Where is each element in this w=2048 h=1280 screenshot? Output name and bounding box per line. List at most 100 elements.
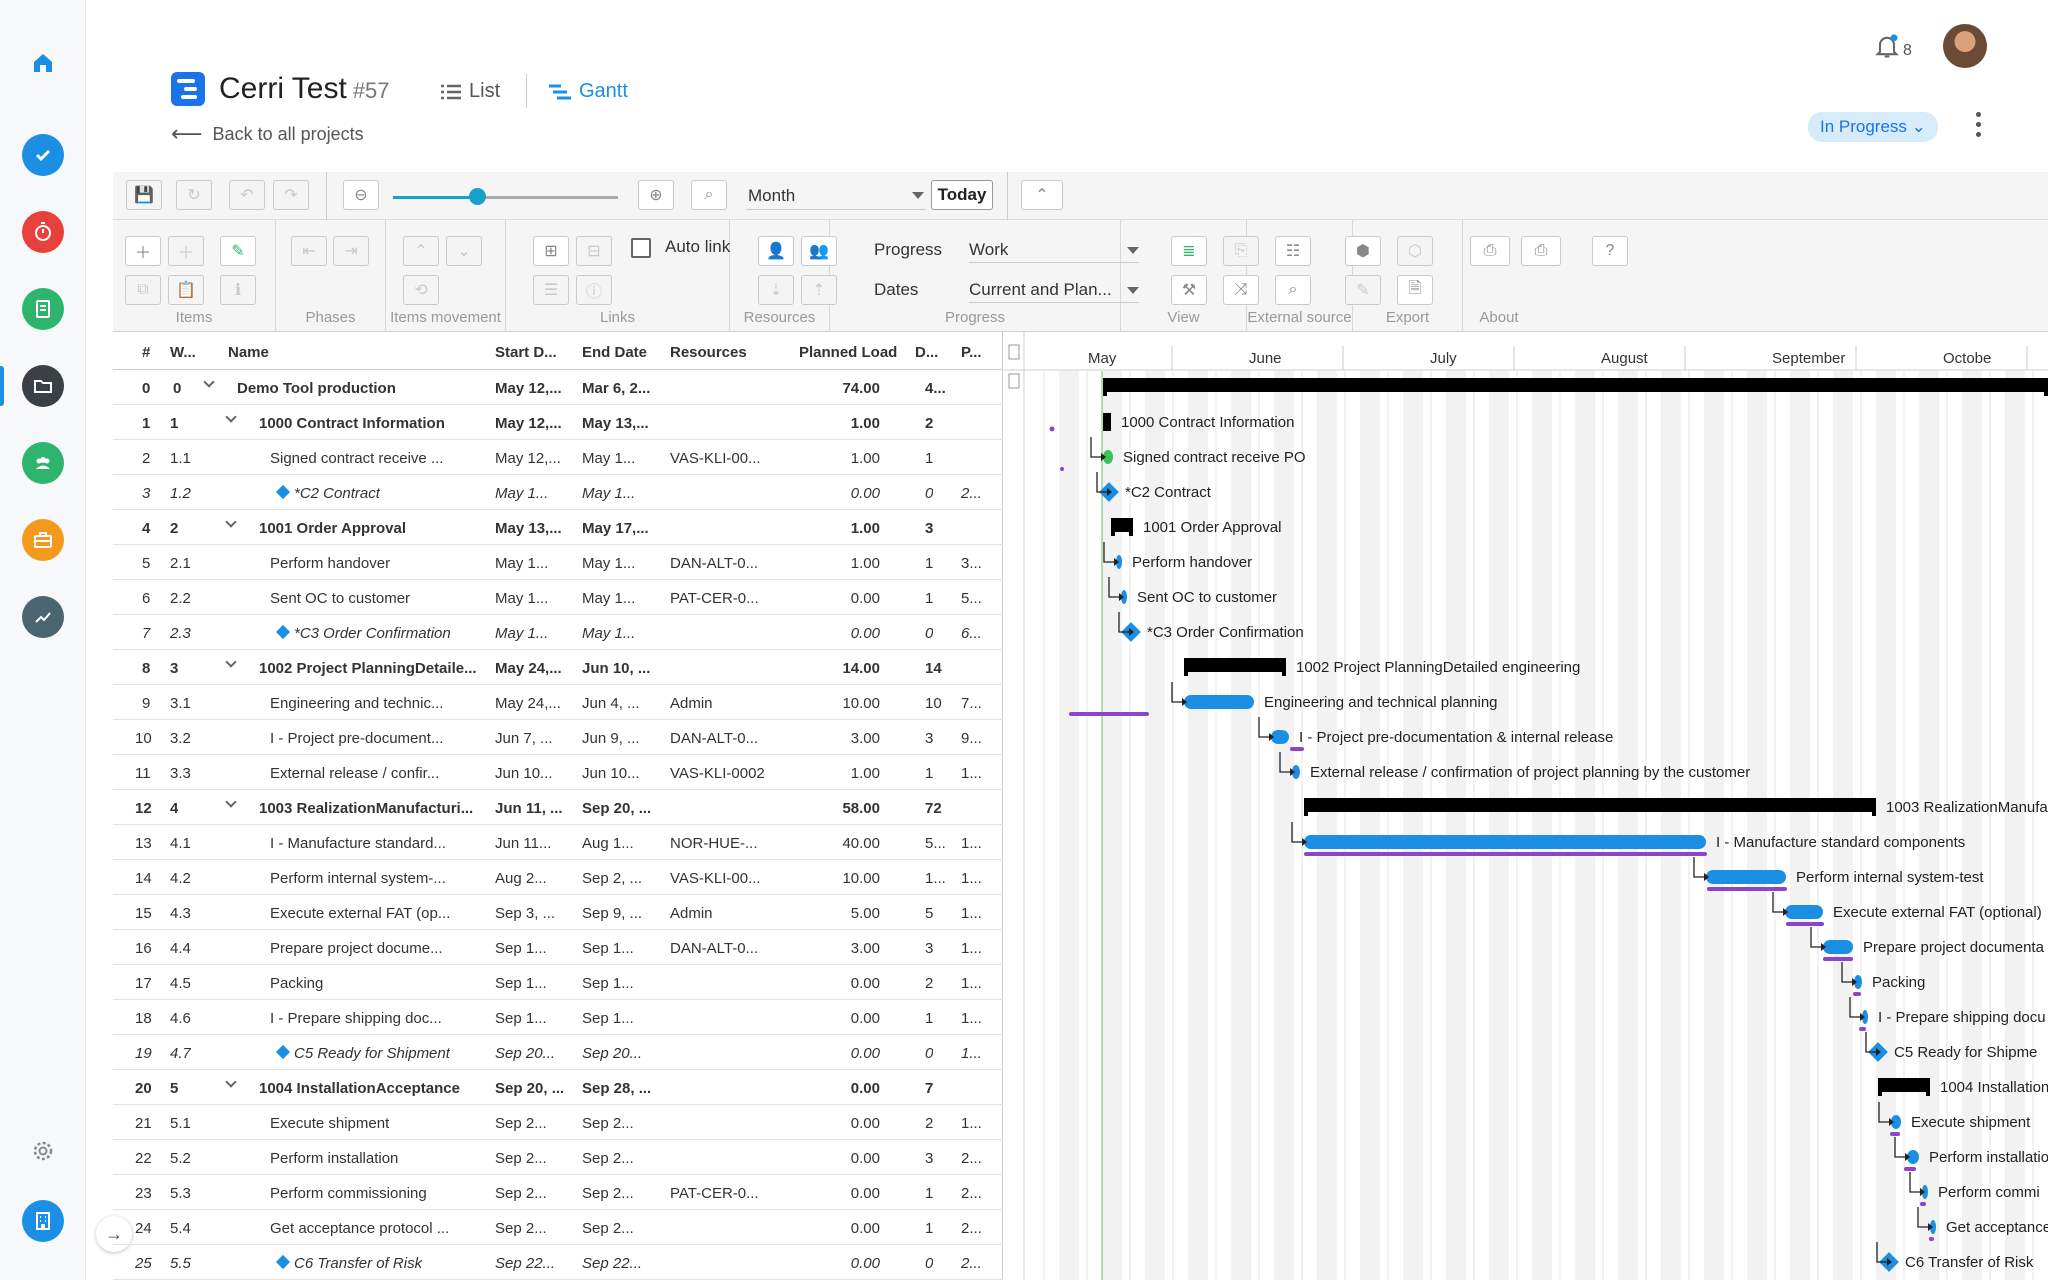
summary-bar[interactable] bbox=[1184, 658, 1286, 672]
task-bar-label[interactable]: External release / confirmation of proje… bbox=[1310, 764, 1750, 781]
table-row[interactable]: 20 5 1004 InstallationAcceptance Sep 20, ..… bbox=[113, 1070, 1003, 1105]
info-icon[interactable]: ℹ bbox=[220, 275, 256, 305]
task-bar-label[interactable]: I - Project pre-documentation & internal… bbox=[1299, 729, 1613, 746]
document-icon[interactable] bbox=[22, 288, 64, 330]
task-bar-label[interactable]: Sent OC to customer bbox=[1137, 589, 1277, 606]
baseline-bar[interactable] bbox=[1823, 957, 1853, 961]
task-bar[interactable] bbox=[1304, 835, 1706, 849]
task-bar[interactable] bbox=[1706, 870, 1786, 884]
outdent-icon[interactable]: ⇤ bbox=[291, 236, 327, 266]
task-bar[interactable] bbox=[1184, 695, 1254, 709]
timeline-icon[interactable]: ☷ bbox=[1275, 236, 1311, 266]
resource-assign-icon[interactable]: ⇣ bbox=[758, 275, 794, 305]
col-header-name[interactable]: Name bbox=[228, 344, 269, 361]
remove-link-icon[interactable]: ⊟ bbox=[576, 236, 612, 266]
task-bar[interactable] bbox=[1823, 940, 1853, 954]
table-row[interactable]: 23 5.3 Perform commissioning Sep 2... Sep 2.… bbox=[113, 1175, 1003, 1210]
folder-icon[interactable] bbox=[22, 365, 64, 407]
external-edit-icon[interactable]: ✎ bbox=[1345, 275, 1381, 305]
tab-list[interactable]: List bbox=[441, 80, 500, 103]
table-row[interactable]: 7 2.3 *C3 Order Confirmation May 1... May 1.… bbox=[113, 615, 1003, 650]
table-row[interactable]: 16 4.4 Prepare project docume... Sep 1... Se… bbox=[113, 930, 1003, 965]
task-bar-label[interactable]: C6 Transfer of Risk bbox=[1905, 1254, 2034, 1271]
chevron-down-icon[interactable] bbox=[225, 516, 237, 528]
chevron-down-icon[interactable] bbox=[225, 656, 237, 668]
col-header-duration[interactable]: D... bbox=[915, 344, 938, 361]
task-bar-label[interactable]: Get acceptance bbox=[1946, 1219, 2048, 1236]
zoom-out-icon[interactable]: ⊖ bbox=[343, 180, 379, 210]
building-icon[interactable] bbox=[22, 1200, 64, 1242]
task-bar-label[interactable]: C5 Ready for Shipme bbox=[1894, 1044, 2037, 1061]
task-bar-label[interactable]: Signed contract receive PO bbox=[1123, 449, 1306, 466]
add-resource-icon[interactable]: 👤 bbox=[758, 236, 794, 266]
table-row[interactable]: 13 4.1 I - Manufacture standard... Jun 11..… bbox=[113, 825, 1003, 860]
zoom-scale-select[interactable]: Month bbox=[746, 182, 926, 210]
undo-icon[interactable]: ↶ bbox=[229, 180, 265, 210]
table-row[interactable]: 19 4.7 C5 Ready for Shipment Sep 20... Sep 2… bbox=[113, 1035, 1003, 1070]
today-button[interactable]: Today bbox=[931, 180, 993, 210]
table-row[interactable]: 25 5.5 C6 Transfer of Risk Sep 22... Sep 22.… bbox=[113, 1245, 1003, 1280]
col-header-wbs[interactable]: W... bbox=[170, 344, 196, 361]
zoom-in-icon[interactable]: ⊕ bbox=[638, 180, 674, 210]
refresh-icon[interactable]: ↻ bbox=[176, 180, 212, 210]
check-icon[interactable] bbox=[22, 134, 64, 176]
summary-bar-end[interactable] bbox=[1111, 532, 1115, 536]
table-row[interactable]: 6 2.2 Sent OC to customer May 1... May 1... P… bbox=[113, 580, 1003, 615]
baseline-bar[interactable] bbox=[1853, 992, 1861, 996]
table-row[interactable]: 0 0 Demo Tool production May 12,... Mar 6, 2… bbox=[113, 370, 1003, 405]
export-pdf-icon[interactable]: ⎙ bbox=[1470, 236, 1510, 266]
task-bar-label[interactable]: 1004 Installation bbox=[1940, 1079, 2048, 1096]
table-row[interactable]: 12 4 1003 RealizationManufacturi... Jun 11,… bbox=[113, 790, 1003, 825]
table-row[interactable]: 1 1 1000 Contract Information May 12,... May… bbox=[113, 405, 1003, 440]
table-row[interactable]: 8 3 1002 Project PlanningDetaile... May 24,… bbox=[113, 650, 1003, 685]
col-header-end[interactable]: End Date bbox=[582, 344, 647, 361]
summary-bar-end[interactable] bbox=[1304, 812, 1308, 816]
table-row[interactable]: 11 3.3 External release / confir... Jun 10.… bbox=[113, 755, 1003, 790]
chevron-down-icon[interactable] bbox=[225, 1076, 237, 1088]
resource-remove-icon[interactable]: ⇡ bbox=[801, 275, 837, 305]
summary-bar-end[interactable] bbox=[1129, 532, 1133, 536]
table-row[interactable]: 18 4.6 I - Prepare shipping doc... Sep 1...… bbox=[113, 1000, 1003, 1035]
gear-icon[interactable] bbox=[22, 1130, 64, 1172]
zoom-slider-handle[interactable] bbox=[469, 188, 486, 205]
chevron-down-icon[interactable] bbox=[203, 376, 215, 388]
redo-icon[interactable]: ↷ bbox=[273, 180, 309, 210]
status-dropdown[interactable]: In Progress ⌄ bbox=[1808, 112, 1938, 142]
task-bar-label[interactable]: Perform internal system-test bbox=[1796, 869, 1984, 886]
task-bar[interactable] bbox=[1785, 905, 1823, 919]
link-info-icon[interactable]: ⓘ bbox=[576, 275, 612, 305]
summary-bar-end[interactable] bbox=[2044, 392, 2048, 396]
people-icon[interactable] bbox=[22, 442, 64, 484]
table-row[interactable]: 9 3.1 Engineering and technic... May 24,...… bbox=[113, 685, 1003, 720]
summary-bar[interactable] bbox=[1111, 518, 1133, 532]
export-excel-icon[interactable]: ⎙ bbox=[1521, 236, 1561, 266]
external-doc-icon[interactable]: 🗎 bbox=[1397, 275, 1433, 305]
baseline-bar[interactable] bbox=[1929, 1237, 1934, 1241]
gantt-canvas[interactable]: May June July August September Octobe 1000 Con… bbox=[1004, 332, 2048, 1280]
add-subitem-icon[interactable]: ＋ bbox=[168, 236, 204, 266]
summary-bar-end[interactable] bbox=[1103, 427, 1107, 431]
edit-item-icon[interactable]: ✎ bbox=[220, 236, 256, 266]
baseline-bar[interactable] bbox=[1786, 922, 1824, 926]
task-bar-label[interactable]: Execute external FAT (optional) bbox=[1833, 904, 2042, 921]
summary-bar-end[interactable] bbox=[1103, 392, 1107, 396]
search-icon[interactable]: ⌕ bbox=[1275, 275, 1311, 305]
summary-bar[interactable] bbox=[1878, 1078, 1930, 1092]
progress-select[interactable]: Work bbox=[969, 240, 1139, 263]
table-row[interactable]: 4 2 1001 Order Approval May 13,... May 17,..… bbox=[113, 510, 1003, 545]
task-bar-label[interactable]: I - Manufacture standard components bbox=[1716, 834, 1965, 851]
task-bar-label[interactable]: Engineering and technical planning bbox=[1264, 694, 1498, 711]
col-header-resources[interactable]: Resources bbox=[670, 344, 747, 361]
baseline-bar[interactable] bbox=[1920, 1202, 1926, 1206]
chevron-down-icon[interactable] bbox=[225, 796, 237, 808]
table-row[interactable]: 10 3.2 I - Project pre-document... Jun 7, .… bbox=[113, 720, 1003, 755]
tools-icon[interactable]: ⚒ bbox=[1171, 275, 1207, 305]
baseline-bar[interactable] bbox=[1890, 1132, 1900, 1136]
summary-bar-end[interactable] bbox=[1878, 1092, 1882, 1096]
dates-select[interactable]: Current and Plan... bbox=[969, 280, 1139, 303]
move-up-icon[interactable]: ⌃ bbox=[403, 236, 439, 266]
home-icon[interactable] bbox=[22, 42, 64, 84]
table-row[interactable]: 2 1.1 Signed contract receive ... May 12,..… bbox=[113, 440, 1003, 475]
task-bar-label[interactable]: Perform handover bbox=[1132, 554, 1252, 571]
task-bar-label[interactable]: Perform installatio bbox=[1929, 1149, 2048, 1166]
